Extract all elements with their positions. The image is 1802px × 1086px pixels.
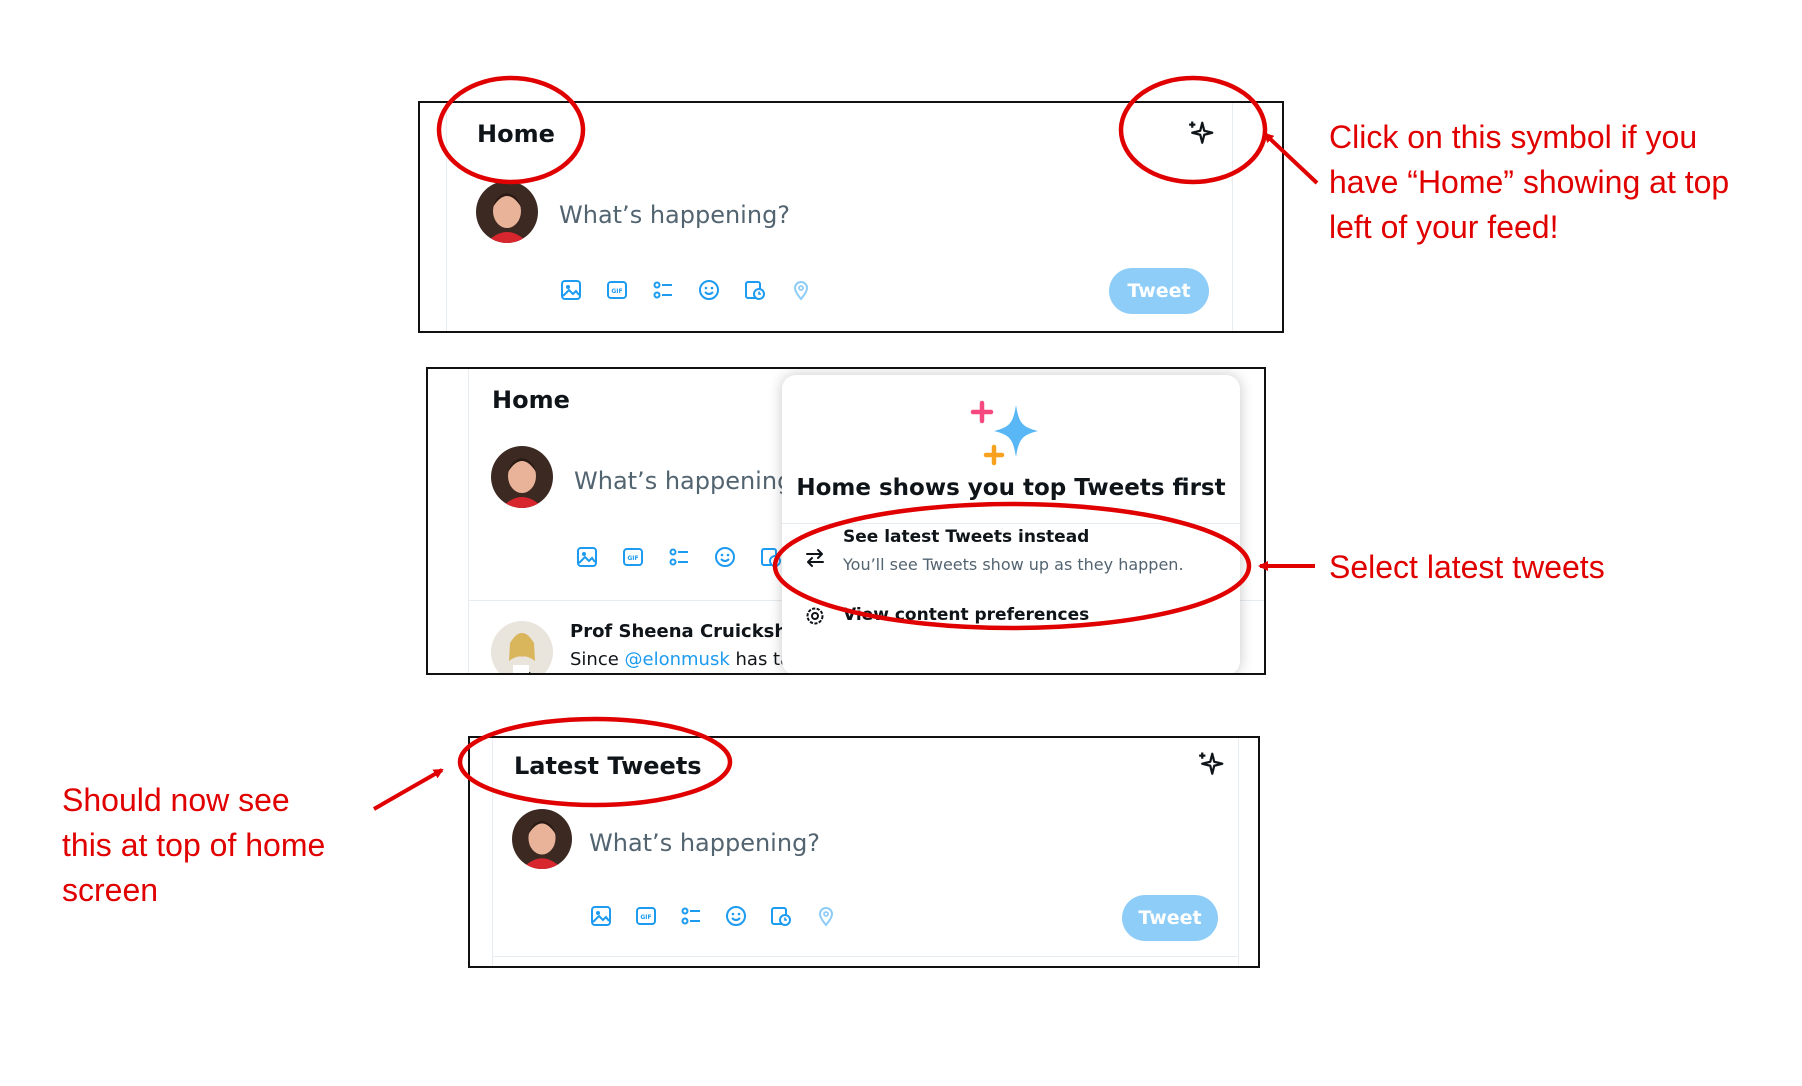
tweet-button[interactable]: Tweet [1122,895,1218,941]
popup-divider [782,523,1240,524]
gif-icon[interactable]: GIF [606,279,628,301]
svg-text:GIF: GIF [627,555,638,562]
sparkle-icon[interactable] [1186,119,1216,149]
annotation-line: Click on this symbol if you [1329,119,1698,155]
see-latest-subtitle: You’ll see Tweets show up as they happen… [843,555,1184,574]
see-latest-tweets-option[interactable]: See latest Tweets instead You’ll see Twe… [782,525,1240,595]
timeline-menu-popup: Home shows you top Tweets first See late… [782,375,1240,673]
poll-icon[interactable] [668,546,690,568]
schedule-icon[interactable] [760,546,782,568]
location-icon [815,905,837,927]
arrow-to-latest-tweets [373,768,444,811]
avatar[interactable] [512,809,572,869]
gear-icon [804,605,826,627]
feed-border-left [446,103,447,331]
sparkle-icon[interactable] [1196,750,1226,780]
feed-mention[interactable]: @elonmusk [625,649,730,670]
annotation-should-now-see: Should now see this at top of home scree… [62,778,325,913]
home-menu-panel: Home What’s happening GIF Prof Sheena Cr… [426,367,1266,675]
tweet-button[interactable]: Tweet [1109,268,1209,314]
feed-border-left [492,738,493,966]
feed-divider [492,956,1238,957]
feed-avatar[interactable] [491,621,553,673]
annotation-line: Should now see [62,782,290,818]
feed-border-right [1238,738,1239,966]
feed-border-right [1232,103,1233,331]
annotation-line: screen [62,872,159,908]
page-title: Latest Tweets [514,752,702,780]
svg-text:GIF: GIF [640,914,651,921]
annotation-line: have “Home” showing at top [1329,164,1730,200]
avatar[interactable] [476,181,538,243]
feed-text: Since @elonmusk has ta [570,649,791,670]
poll-icon[interactable] [680,905,702,927]
image-icon[interactable] [576,546,598,568]
annotation-line: this at top of home [62,827,326,863]
see-latest-title: See latest Tweets instead [843,527,1090,547]
image-icon[interactable] [590,905,612,927]
compose-toolbar: GIF [590,905,837,927]
compose-input[interactable]: What’s happening? [589,829,820,857]
page-title: Home [477,120,555,148]
feed-text-prefix: Since [570,649,625,670]
latest-tweets-panel: Latest Tweets What’s happening? GIF Twee… [468,736,1260,968]
annotation-line: left of your feed! [1329,209,1559,245]
svg-text:GIF: GIF [611,288,622,295]
image-icon[interactable] [560,279,582,301]
avatar[interactable] [491,446,553,508]
annotation-select-latest: Select latest tweets [1329,549,1605,585]
compose-toolbar: GIF [560,279,812,301]
annotation-click-symbol: Click on this symbol if you have “Home” … [1329,115,1729,250]
gif-icon[interactable]: GIF [635,905,657,927]
emoji-icon[interactable] [698,279,720,301]
popup-title: Home shows you top Tweets first [796,475,1226,501]
switch-arrows-icon [804,547,826,569]
schedule-icon[interactable] [770,905,792,927]
gif-icon[interactable]: GIF [622,546,644,568]
emoji-icon[interactable] [725,905,747,927]
home-compose-panel: Home What’s happening? GIF Tweet [418,101,1284,333]
view-content-preferences-option[interactable]: View content preferences [782,599,1240,639]
sparkle-illustration-icon [970,397,1042,469]
location-icon [790,279,812,301]
schedule-icon[interactable] [744,279,766,301]
compose-input[interactable]: What’s happening [574,467,792,495]
poll-icon[interactable] [652,279,674,301]
compose-toolbar: GIF [576,546,782,568]
view-preferences-label: View content preferences [843,605,1090,625]
emoji-icon[interactable] [714,546,736,568]
page-title: Home [492,386,570,414]
feed-border-left [468,369,469,673]
compose-input[interactable]: What’s happening? [559,201,790,229]
feed-author[interactable]: Prof Sheena Cruickshai [570,621,806,642]
